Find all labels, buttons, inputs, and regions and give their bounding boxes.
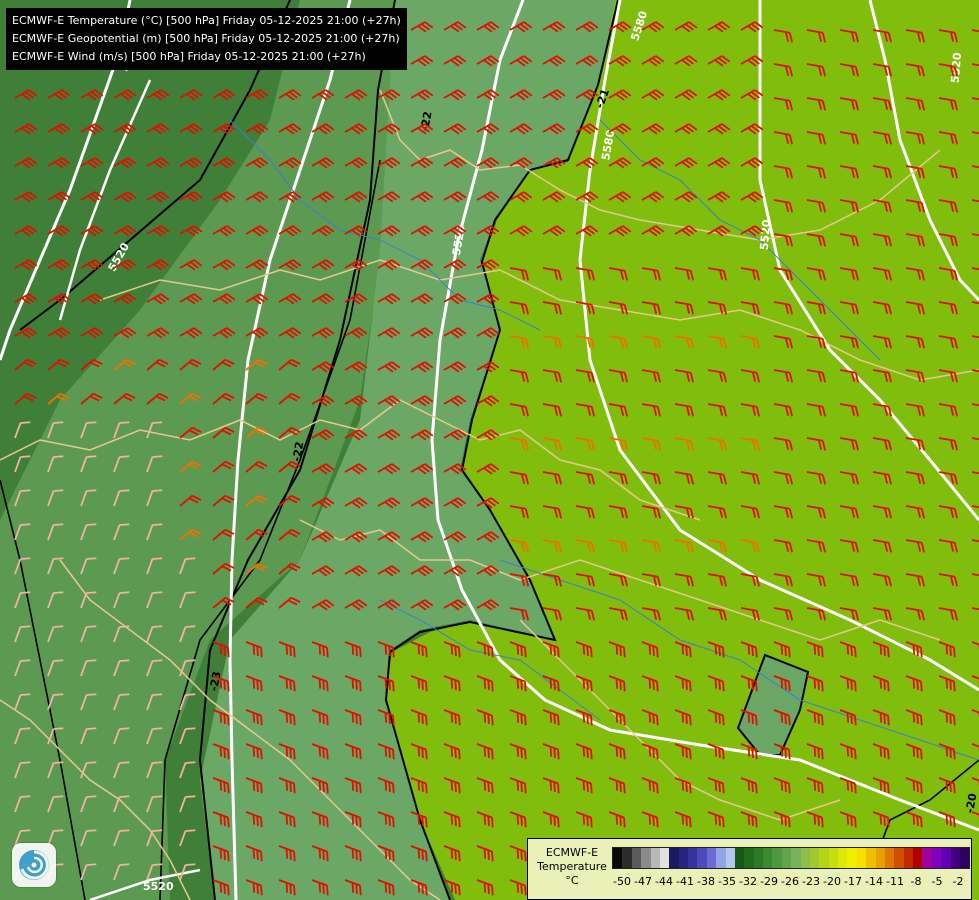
legend-swatch: [866, 848, 876, 868]
map-title-box: ECMWF-E Temperature (°C) [500 hPa] Frida…: [6, 8, 407, 70]
legend-swatch: [950, 848, 960, 868]
legend-tick: -23: [802, 875, 820, 888]
legend-swatch: [828, 848, 838, 868]
legend-swatch: [819, 848, 829, 868]
geo-label: 5520: [143, 880, 174, 893]
legend-tick: -32: [739, 875, 757, 888]
legend-swatch: [922, 848, 932, 868]
legend-swatch: [847, 848, 857, 868]
legend-swatch: [631, 848, 642, 868]
legend-swatch: [734, 848, 745, 868]
legend-swatch: [856, 848, 867, 868]
legend-color-bar: [612, 847, 970, 869]
legend-swatch: [622, 848, 632, 868]
legend-swatch: [678, 848, 688, 868]
legend-swatch: [669, 848, 679, 868]
legend-swatch: [941, 848, 951, 868]
legend-swatch: [716, 848, 726, 868]
legend-swatch: [781, 848, 792, 868]
legend-swatch: [838, 848, 848, 868]
legend-tick: -5: [931, 875, 943, 888]
legend-title: ECMWF-E Temperature °C: [534, 846, 610, 888]
legend-ticks: -50 -47 -44 -41 -38 -35 -32 -29 -26 -23 -20 -17 -14-…: [612, 875, 968, 889]
legend-swatch: [800, 848, 810, 868]
legend-tick: -11: [886, 875, 904, 888]
legend-swatch: [641, 848, 651, 868]
legend-swatch: [763, 848, 773, 868]
legend-swatch: [650, 848, 660, 868]
geo-label: 5520: [758, 219, 774, 251]
legend-swatch: [894, 848, 904, 868]
title-line-geopotential: ECMWF-E Geopotential (m) [500 hPa] Frida…: [12, 32, 400, 45]
title-line-wind: ECMWF-E Wind (m/s) [500 hPa] Friday 05-1…: [12, 50, 366, 63]
legend-tick: -17: [844, 875, 862, 888]
legend-swatch: [913, 848, 923, 868]
legend-swatch: [659, 848, 670, 868]
legend-tick: -35: [718, 875, 736, 888]
legend-tick: -14: [865, 875, 883, 888]
legend-swatch: [875, 848, 885, 868]
title-line-temperature: ECMWF-E Temperature (°C) [500 hPa] Frida…: [12, 14, 401, 27]
weather-map: 5580 5520 5520 5520 5520 5520 5580 5520 …: [0, 0, 979, 900]
legend-tick: -2: [952, 875, 964, 888]
legend-swatch: [744, 848, 754, 868]
legend-swatch: [688, 848, 698, 868]
legend-swatch: [706, 848, 717, 868]
legend-title-model: ECMWF-E: [545, 846, 599, 859]
legend-swatch: [772, 848, 782, 868]
legend-tick: -29: [760, 875, 778, 888]
legend-tick: -38: [697, 875, 715, 888]
legend-tick: -50: [613, 875, 631, 888]
legend-swatch: [903, 848, 913, 868]
legend-title-variable: Temperature: [537, 860, 607, 873]
legend-tick: -41: [676, 875, 694, 888]
legend-swatch: [697, 848, 707, 868]
temperature-legend: ECMWF-E Temperature °C -50 -47 -44 -41 -38 -3…: [527, 838, 972, 900]
legend-swatch: [931, 848, 942, 868]
ecmwf-swirl-icon[interactable]: [12, 843, 56, 887]
legend-swatch: [884, 848, 895, 868]
legend-swatch: [791, 848, 801, 868]
legend-tick: -47: [634, 875, 652, 888]
map-canvas: 5580 5520 5520 5520 5520 5520 5580 5520 …: [0, 0, 979, 900]
legend-swatch: [753, 848, 763, 868]
legend-swatch: [809, 848, 820, 868]
legend-swatch: [959, 848, 970, 868]
legend-swatch: [613, 848, 623, 868]
legend-swatch: [725, 848, 735, 868]
legend-tick: -44: [655, 875, 673, 888]
legend-tick: -20: [823, 875, 841, 888]
legend-tick: -8: [910, 875, 922, 888]
legend-title-unit: °C: [565, 874, 579, 887]
legend-tick: -26: [781, 875, 799, 888]
